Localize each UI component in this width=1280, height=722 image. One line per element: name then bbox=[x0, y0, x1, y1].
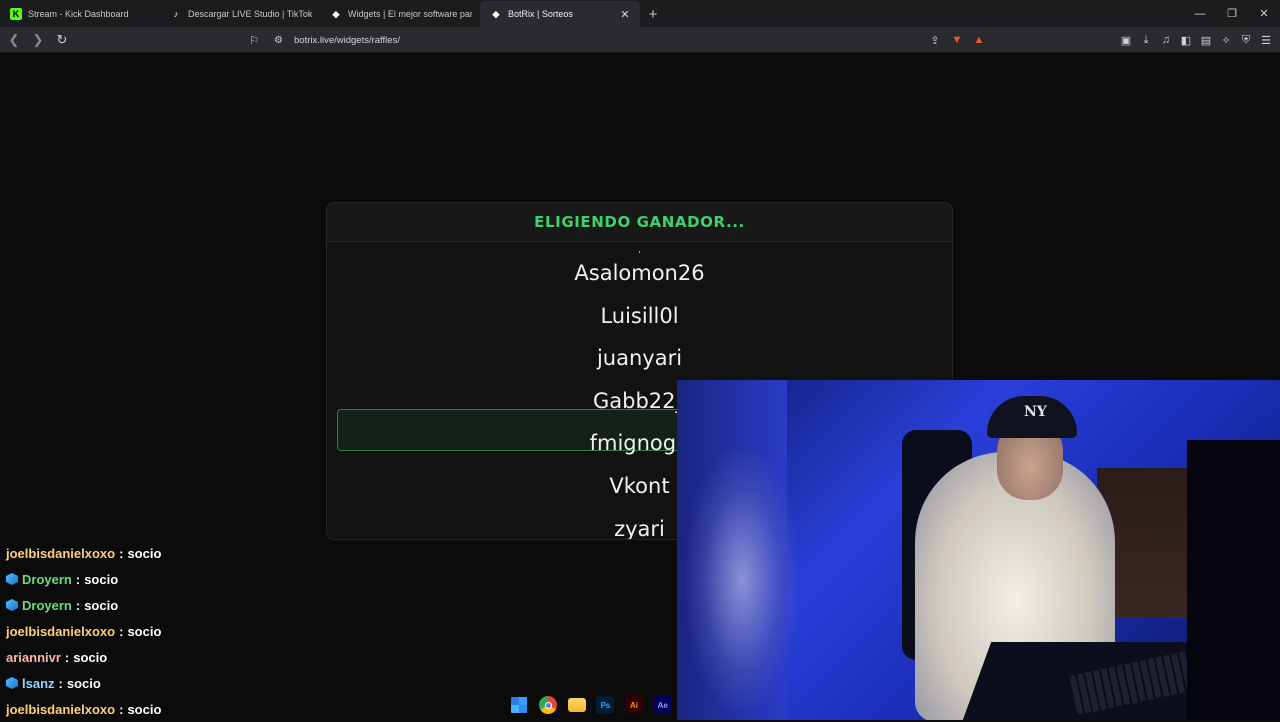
chat-message: joelbisdanielxoxo: socio bbox=[6, 696, 161, 722]
share-icon[interactable]: ⇪ bbox=[924, 34, 946, 47]
vpn-shield-icon[interactable]: ⛨ bbox=[1236, 30, 1256, 50]
subscriber-badge-icon bbox=[6, 599, 18, 611]
site-settings-icon[interactable]: ⚙ bbox=[274, 35, 288, 46]
leo-ai-icon[interactable]: ✧ bbox=[1216, 30, 1236, 50]
browser-toolbar: ❮ ❯ ↻ ⚐ ⚙ botrix.live/widgets/raffles/ ⇪… bbox=[0, 27, 1280, 53]
webcam-fan-blur bbox=[687, 450, 797, 710]
webcam-overlay: NY bbox=[677, 380, 1280, 720]
brave-shields-icon[interactable]: ▼ bbox=[946, 34, 968, 46]
brave-rewards-icon[interactable]: ▲ bbox=[968, 34, 990, 46]
bookmark-icon[interactable]: ⚐ bbox=[246, 34, 262, 47]
tab-widgets[interactable]: ◆ Widgets | El mejor software para pot bbox=[320, 1, 480, 27]
tab-strip: K Stream - Kick Dashboard ♪ Descargar LI… bbox=[0, 0, 1280, 27]
back-button[interactable]: ❮ bbox=[4, 30, 24, 50]
chat-message: Droyern: socio bbox=[6, 566, 161, 592]
after-effects-icon[interactable]: Ae bbox=[648, 690, 677, 720]
reload-button[interactable]: ↻ bbox=[52, 30, 72, 50]
chat-username: lsanz bbox=[22, 675, 55, 691]
chat-text: socio bbox=[66, 675, 101, 691]
tab-title: Widgets | El mejor software para pot bbox=[348, 9, 472, 19]
chat-username: joelbisdanielxoxo bbox=[6, 701, 116, 717]
tiktok-icon: ♪ bbox=[173, 9, 179, 19]
chat-text: socio bbox=[127, 545, 162, 561]
chat-message: ariannivr: socio bbox=[6, 644, 161, 670]
chrome-icon[interactable] bbox=[534, 690, 563, 720]
chat-separator: : bbox=[119, 701, 124, 717]
chat-text: socio bbox=[84, 597, 119, 613]
chat-username: Droyern bbox=[22, 597, 72, 613]
raffle-entry: juanyari bbox=[596, 346, 683, 370]
address-bar[interactable]: ⚐ ⚙ botrix.live/widgets/raffles/ ⇪ ▼ ▲ bbox=[246, 30, 990, 50]
chat-message: joelbisdanielxoxo: socio bbox=[6, 618, 161, 644]
tab-title: BotRix | Sorteos bbox=[508, 9, 573, 19]
tab-title: Descargar LIVE Studio | TikTok bbox=[188, 9, 312, 19]
raffle-entry: Asalomon26 bbox=[574, 261, 705, 285]
webcam-monitor bbox=[1187, 440, 1280, 720]
windows-start-icon[interactable] bbox=[505, 690, 534, 720]
media-icon[interactable]: ♫ bbox=[1156, 30, 1176, 50]
tab-botrix-sorteos[interactable]: ◆ BotRix | Sorteos ✕ bbox=[480, 1, 640, 27]
file-explorer-icon[interactable] bbox=[562, 690, 591, 720]
illustrator-icon[interactable]: Ai bbox=[620, 690, 649, 720]
tab-title: Stream - Kick Dashboard bbox=[28, 9, 129, 19]
menu-icon[interactable]: ☰ bbox=[1256, 30, 1276, 50]
raffle-entry: Luisill0l bbox=[600, 304, 679, 328]
minimize-button[interactable]: — bbox=[1184, 0, 1216, 27]
chat-text: socio bbox=[73, 649, 108, 665]
chat-text: socio bbox=[127, 701, 162, 717]
chat-text: socio bbox=[127, 623, 162, 639]
raffle-title: ELIGIENDO GANADOR... bbox=[534, 213, 745, 231]
chat-message: joelbisdanielxoxo: socio bbox=[6, 540, 161, 566]
restore-button[interactable]: ❐ bbox=[1216, 0, 1248, 27]
chat-separator: : bbox=[75, 571, 81, 587]
url-text[interactable]: botrix.live/widgets/raffles/ bbox=[294, 35, 400, 46]
subscriber-badge-icon bbox=[6, 573, 18, 585]
chat-separator: : bbox=[119, 623, 124, 639]
chat-overlay: joelbisdanielxoxo: socio Droyern: socio Dr… bbox=[6, 540, 161, 722]
chat-separator: : bbox=[75, 597, 81, 613]
chat-text: socio bbox=[84, 571, 119, 587]
chat-message: lsanz: socio bbox=[6, 670, 161, 696]
chat-message: Droyern: socio bbox=[6, 592, 161, 618]
windows-taskbar: Ps Ai Ae bbox=[505, 690, 677, 720]
forward-button[interactable]: ❯ bbox=[28, 30, 48, 50]
subscriber-badge-icon bbox=[6, 677, 18, 689]
chat-username: Droyern bbox=[22, 571, 72, 587]
botrix-icon: ◆ bbox=[492, 8, 500, 19]
window-controls: — ❐ ✕ bbox=[1184, 0, 1280, 27]
scrolling-name-fragment: ˌ bbox=[637, 237, 642, 253]
wallet-icon[interactable]: ▣ bbox=[1116, 30, 1136, 50]
close-window-button[interactable]: ✕ bbox=[1248, 0, 1280, 27]
close-tab-icon[interactable]: ✕ bbox=[618, 8, 632, 21]
toolbar-right-icons: ▣ ⤓ ♫ ◧ ▤ ✧ ⛨ ☰ bbox=[1116, 30, 1276, 50]
chat-username: ariannivr bbox=[6, 649, 61, 665]
tab-tiktok[interactable]: ♪ Descargar LIVE Studio | TikTok bbox=[160, 1, 320, 27]
wallet-card-icon[interactable]: ▤ bbox=[1196, 30, 1216, 50]
botrix-icon: ◆ bbox=[332, 8, 340, 19]
chat-separator: : bbox=[64, 649, 70, 665]
tab-kick-dashboard[interactable]: K Stream - Kick Dashboard bbox=[0, 1, 160, 27]
ny-logo: NY bbox=[1024, 404, 1047, 420]
chat-separator: : bbox=[119, 545, 124, 561]
chat-username: joelbisdanielxoxo bbox=[6, 545, 116, 561]
new-tab-button[interactable]: + bbox=[640, 1, 666, 27]
photoshop-icon[interactable]: Ps bbox=[591, 690, 620, 720]
download-icon[interactable]: ⤓ bbox=[1136, 30, 1156, 50]
kick-icon: K bbox=[10, 8, 22, 20]
chat-separator: : bbox=[58, 675, 63, 691]
sidebar-icon[interactable]: ◧ bbox=[1176, 30, 1196, 50]
chat-username: joelbisdanielxoxo bbox=[6, 623, 116, 639]
